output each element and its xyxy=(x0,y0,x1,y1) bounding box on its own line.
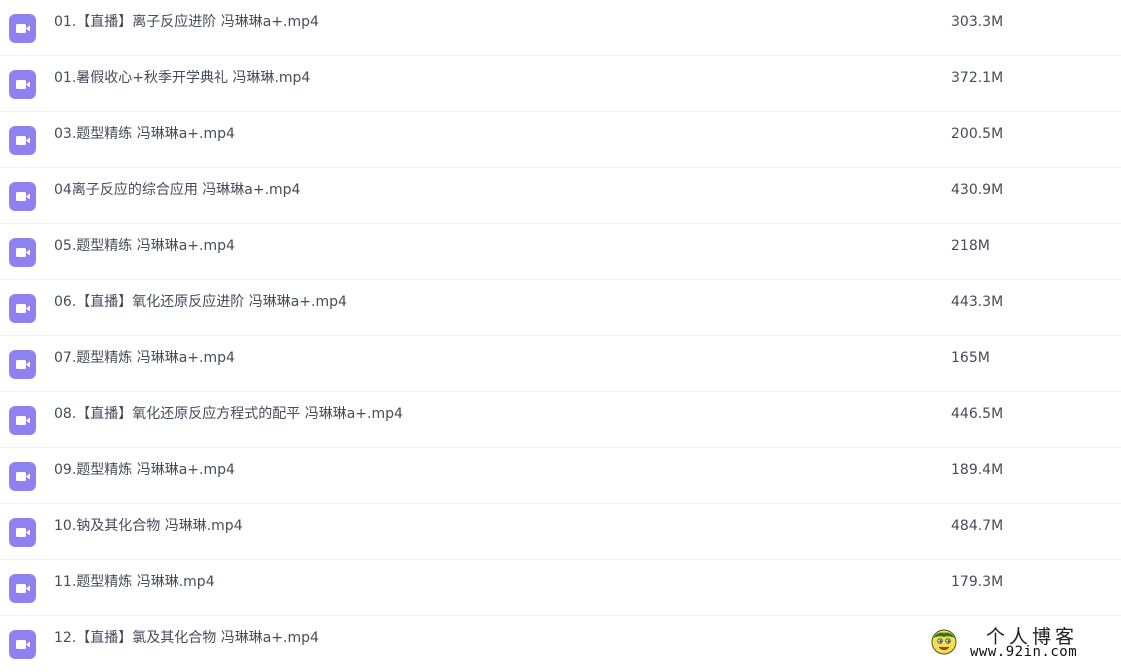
file-row[interactable]: 01.暑假收心+秋季开学典礼 冯琳琳.mp4 372.1M xyxy=(0,56,1121,112)
file-row[interactable]: 06.【直播】氧化还原反应进阶 冯琳琳a+.mp4 443.3M xyxy=(0,280,1121,336)
file-name[interactable]: 06.【直播】氧化还原反应进阶 冯琳琳a+.mp4 xyxy=(54,280,347,324)
file-name[interactable]: 01.暑假收心+秋季开学典礼 冯琳琳.mp4 xyxy=(54,56,310,100)
file-row[interactable]: 03.题型精练 冯琳琳a+.mp4 200.5M xyxy=(0,112,1121,168)
video-file-icon xyxy=(9,14,36,43)
file-row[interactable]: 07.题型精炼 冯琳琳a+.mp4 165M xyxy=(0,336,1121,392)
video-file-icon xyxy=(9,70,36,99)
file-name[interactable]: 04离子反应的综合应用 冯琳琳a+.mp4 xyxy=(54,168,300,212)
file-name[interactable]: 03.题型精练 冯琳琳a+.mp4 xyxy=(54,112,235,156)
file-row[interactable]: 11.题型精炼 冯琳琳.mp4 179.3M xyxy=(0,560,1121,616)
file-size: 430.9M xyxy=(951,182,1004,198)
file-size: 446.5M xyxy=(951,406,1004,422)
video-file-icon xyxy=(9,630,36,659)
file-row[interactable]: 01.【直播】离子反应进阶 冯琳琳a+.mp4 303.3M xyxy=(0,0,1121,56)
video-file-icon xyxy=(9,294,36,323)
file-name[interactable]: 09.题型精炼 冯琳琳a+.mp4 xyxy=(54,448,235,492)
file-row[interactable]: 04离子反应的综合应用 冯琳琳a+.mp4 430.9M xyxy=(0,168,1121,224)
file-size: 303.3M xyxy=(951,14,1004,30)
file-size: 165M xyxy=(951,350,990,366)
file-row[interactable]: 10.钠及其化合物 冯琳琳.mp4 484.7M xyxy=(0,504,1121,560)
video-file-icon xyxy=(9,238,36,267)
video-file-icon xyxy=(9,518,36,547)
file-list: 01.【直播】离子反应进阶 冯琳琳a+.mp4 303.3M 01.暑假收心+秋… xyxy=(0,0,1121,672)
file-name[interactable]: 11.题型精炼 冯琳琳.mp4 xyxy=(54,560,215,604)
video-file-icon xyxy=(9,350,36,379)
file-size: 179.3M xyxy=(951,574,1004,590)
file-name[interactable]: 10.钠及其化合物 冯琳琳.mp4 xyxy=(54,504,243,548)
file-size: 484.7M xyxy=(951,518,1004,534)
file-name[interactable]: 07.题型精炼 冯琳琳a+.mp4 xyxy=(54,336,235,380)
video-file-icon xyxy=(9,462,36,491)
file-name[interactable]: 12.【直播】氯及其化合物 冯琳琳a+.mp4 xyxy=(54,616,319,660)
video-file-icon xyxy=(9,406,36,435)
mascot-logo-icon xyxy=(930,628,958,656)
file-size: 200.5M xyxy=(951,126,1004,142)
file-name[interactable]: 08.【直播】氧化还原反应方程式的配平 冯琳琳a+.mp4 xyxy=(54,392,403,436)
file-size: 443.3M xyxy=(951,294,1004,310)
file-size: 189.4M xyxy=(951,462,1004,478)
file-row[interactable]: 08.【直播】氧化还原反应方程式的配平 冯琳琳a+.mp4 446.5M xyxy=(0,392,1121,448)
file-row[interactable]: 09.题型精炼 冯琳琳a+.mp4 189.4M xyxy=(0,448,1121,504)
file-name[interactable]: 01.【直播】离子反应进阶 冯琳琳a+.mp4 xyxy=(54,0,319,44)
file-row[interactable]: 05.题型精练 冯琳琳a+.mp4 218M xyxy=(0,224,1121,280)
site-watermark: 个人博客 www.92in.com xyxy=(928,622,1118,662)
video-file-icon xyxy=(9,182,36,211)
file-size: 372.1M xyxy=(951,70,1004,86)
video-file-icon xyxy=(9,126,36,155)
watermark-url: www.92in.com xyxy=(970,644,1078,660)
file-name[interactable]: 05.题型精练 冯琳琳a+.mp4 xyxy=(54,224,235,268)
video-file-icon xyxy=(9,574,36,603)
file-size: 218M xyxy=(951,238,990,254)
